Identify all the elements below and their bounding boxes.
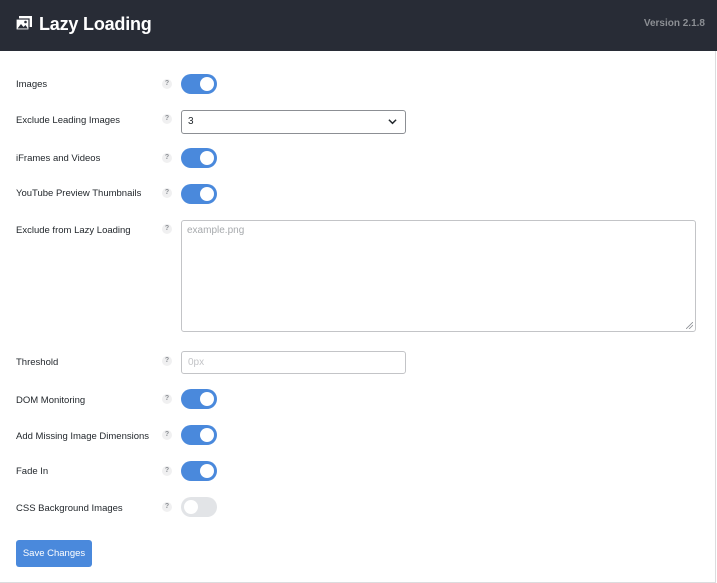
setting-label: iFrames and Videos <box>16 153 101 164</box>
toggle-knob <box>200 77 214 91</box>
setting-label: Images <box>16 79 48 90</box>
setting-label: Add Missing Image Dimensions <box>16 431 150 442</box>
setting-label: DOM Monitoring <box>16 395 86 406</box>
exclude-from-lazy-loading-textarea[interactable]: example.png <box>181 220 696 332</box>
help-icon[interactable]: ? <box>162 394 172 404</box>
page-title: Lazy Loading <box>39 14 152 34</box>
toggle-knob <box>200 428 214 442</box>
fade-in-toggle[interactable] <box>181 461 217 481</box>
setting-label: Exclude from Lazy Loading <box>16 225 131 236</box>
help-icon[interactable]: ? <box>162 430 172 440</box>
version-label: Version 2.1.8 <box>643 18 705 29</box>
youtube-thumbnails-toggle[interactable] <box>181 184 217 204</box>
exclude-leading-images-select[interactable]: 3 <box>181 110 406 134</box>
help-icon[interactable]: ? <box>162 114 172 124</box>
help-icon[interactable]: ? <box>162 224 172 234</box>
dom-monitoring-toggle[interactable] <box>181 389 217 409</box>
setting-label: Exclude Leading Images <box>16 115 121 126</box>
toggle-knob <box>200 464 214 478</box>
help-icon[interactable]: ? <box>162 502 172 512</box>
missing-dimensions-toggle[interactable] <box>181 425 217 445</box>
toggle-knob <box>200 392 214 406</box>
setting-label: CSS Background Images <box>16 503 123 514</box>
help-icon[interactable]: ? <box>162 466 172 476</box>
css-background-images-toggle[interactable] <box>181 497 217 517</box>
help-icon[interactable]: ? <box>162 356 172 366</box>
toggle-knob <box>200 187 214 201</box>
help-icon[interactable]: ? <box>162 153 172 163</box>
input-placeholder: 0px <box>188 357 205 368</box>
settings-panel: Images ? Exclude Leading Images ? 3 iFra… <box>0 51 716 583</box>
images-icon <box>15 16 32 31</box>
setting-label: YouTube Preview Thumbnails <box>16 188 142 199</box>
resize-grip-icon[interactable] <box>686 322 693 329</box>
iframes-videos-toggle[interactable] <box>181 148 217 168</box>
setting-label: Threshold <box>16 357 59 368</box>
textarea-placeholder: example.png <box>187 225 245 236</box>
threshold-input[interactable]: 0px <box>181 351 406 374</box>
toggle-knob <box>184 500 198 514</box>
toggle-knob <box>200 151 214 165</box>
help-icon[interactable]: ? <box>162 188 172 198</box>
save-changes-button[interactable]: Save Changes <box>16 540 92 567</box>
images-toggle[interactable] <box>181 74 217 94</box>
header-bar: Lazy Loading Version 2.1.8 <box>0 0 717 51</box>
setting-label: Fade In <box>16 466 49 477</box>
select-value: 3 <box>188 116 194 127</box>
help-icon[interactable]: ? <box>162 79 172 89</box>
chevron-down-icon <box>388 119 397 125</box>
